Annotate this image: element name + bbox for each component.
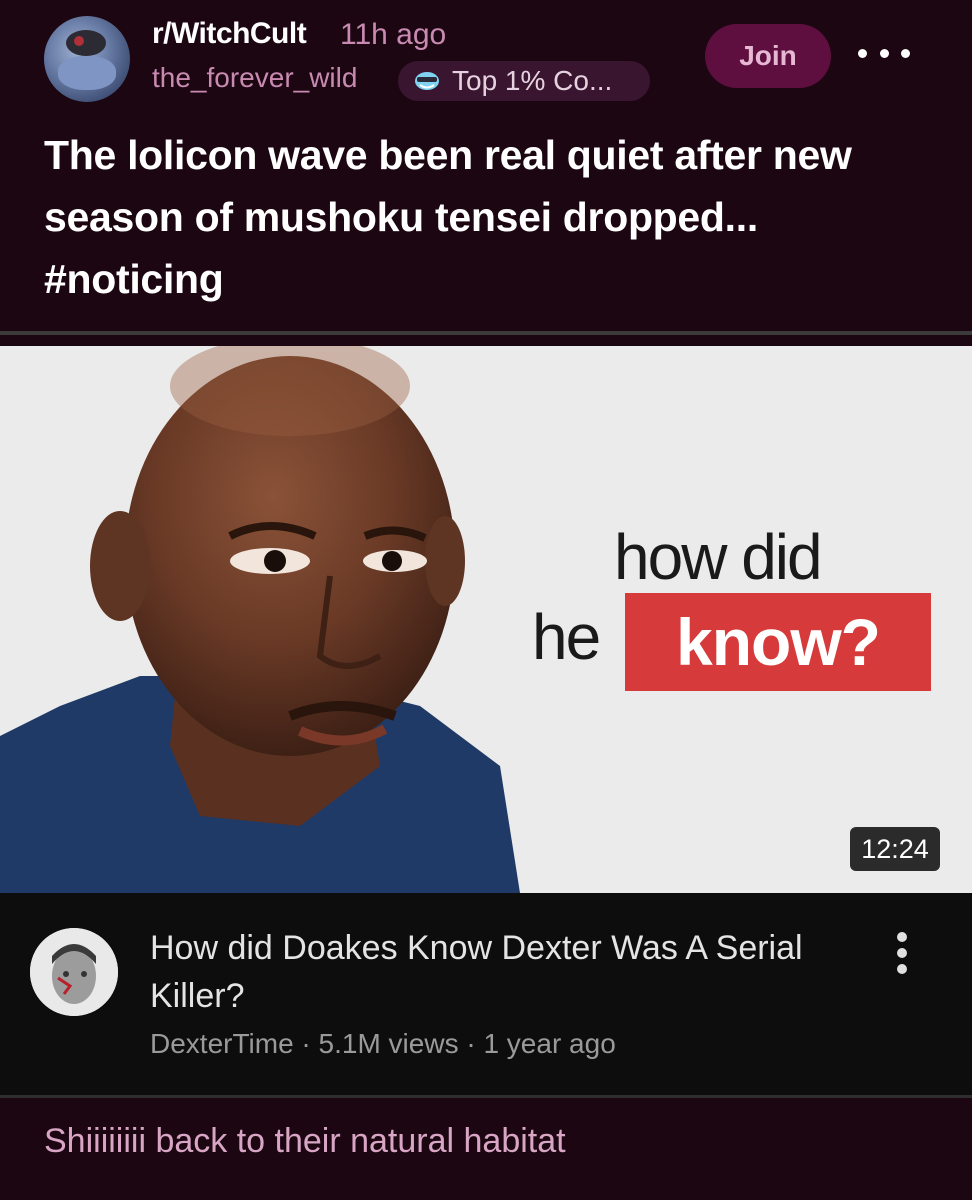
post-title[interactable]: The lolicon wave been real quiet after n… — [44, 124, 924, 310]
video-options-icon[interactable] — [894, 932, 910, 974]
divider — [0, 331, 972, 335]
channel-avatar-image — [30, 928, 118, 1016]
user-flair-label: Top 1% Co... — [452, 65, 613, 96]
divider — [0, 1095, 972, 1098]
post-header: r/WitchCult 11h ago the_forever_wild Top… — [0, 0, 972, 333]
more-options-icon[interactable] — [858, 38, 910, 68]
avatar-art — [58, 56, 116, 90]
comment-text: Shiiiiiiii back to their natural habitat — [44, 1122, 566, 1160]
video-meta: DexterTime · 5.1M views · 1 year ago — [150, 1028, 616, 1059]
avatar-art-dark — [66, 30, 106, 56]
video-title[interactable]: How did Doakes Know Dexter Was A Serial … — [150, 924, 850, 1020]
more-dot — [858, 48, 867, 58]
subreddit-name[interactable]: r/WitchCult — [152, 17, 307, 51]
avatar-art-accent — [74, 36, 84, 46]
options-dot — [897, 964, 907, 974]
join-button[interactable]: Join — [705, 24, 831, 88]
subreddit-avatar[interactable] — [44, 16, 130, 102]
more-dot — [879, 48, 889, 58]
post-time: 11h ago — [340, 18, 447, 51]
post-author[interactable]: the_forever_wild — [152, 62, 357, 94]
video-thumbnail[interactable]: how did he know? 12:24 — [0, 346, 972, 893]
video-duration-badge: 12:24 — [850, 827, 940, 871]
thumbnail-text-line1: how did — [614, 521, 823, 593]
options-dot — [897, 948, 907, 958]
thumbnail-text-highlight: know? — [625, 593, 931, 691]
options-dot — [897, 932, 907, 942]
flair-award-icon — [414, 70, 440, 92]
thumbnail-text-he: he — [532, 601, 601, 673]
channel-avatar[interactable] — [30, 928, 118, 1016]
user-flair: Top 1% Co... — [398, 61, 650, 101]
more-dot — [901, 48, 910, 58]
